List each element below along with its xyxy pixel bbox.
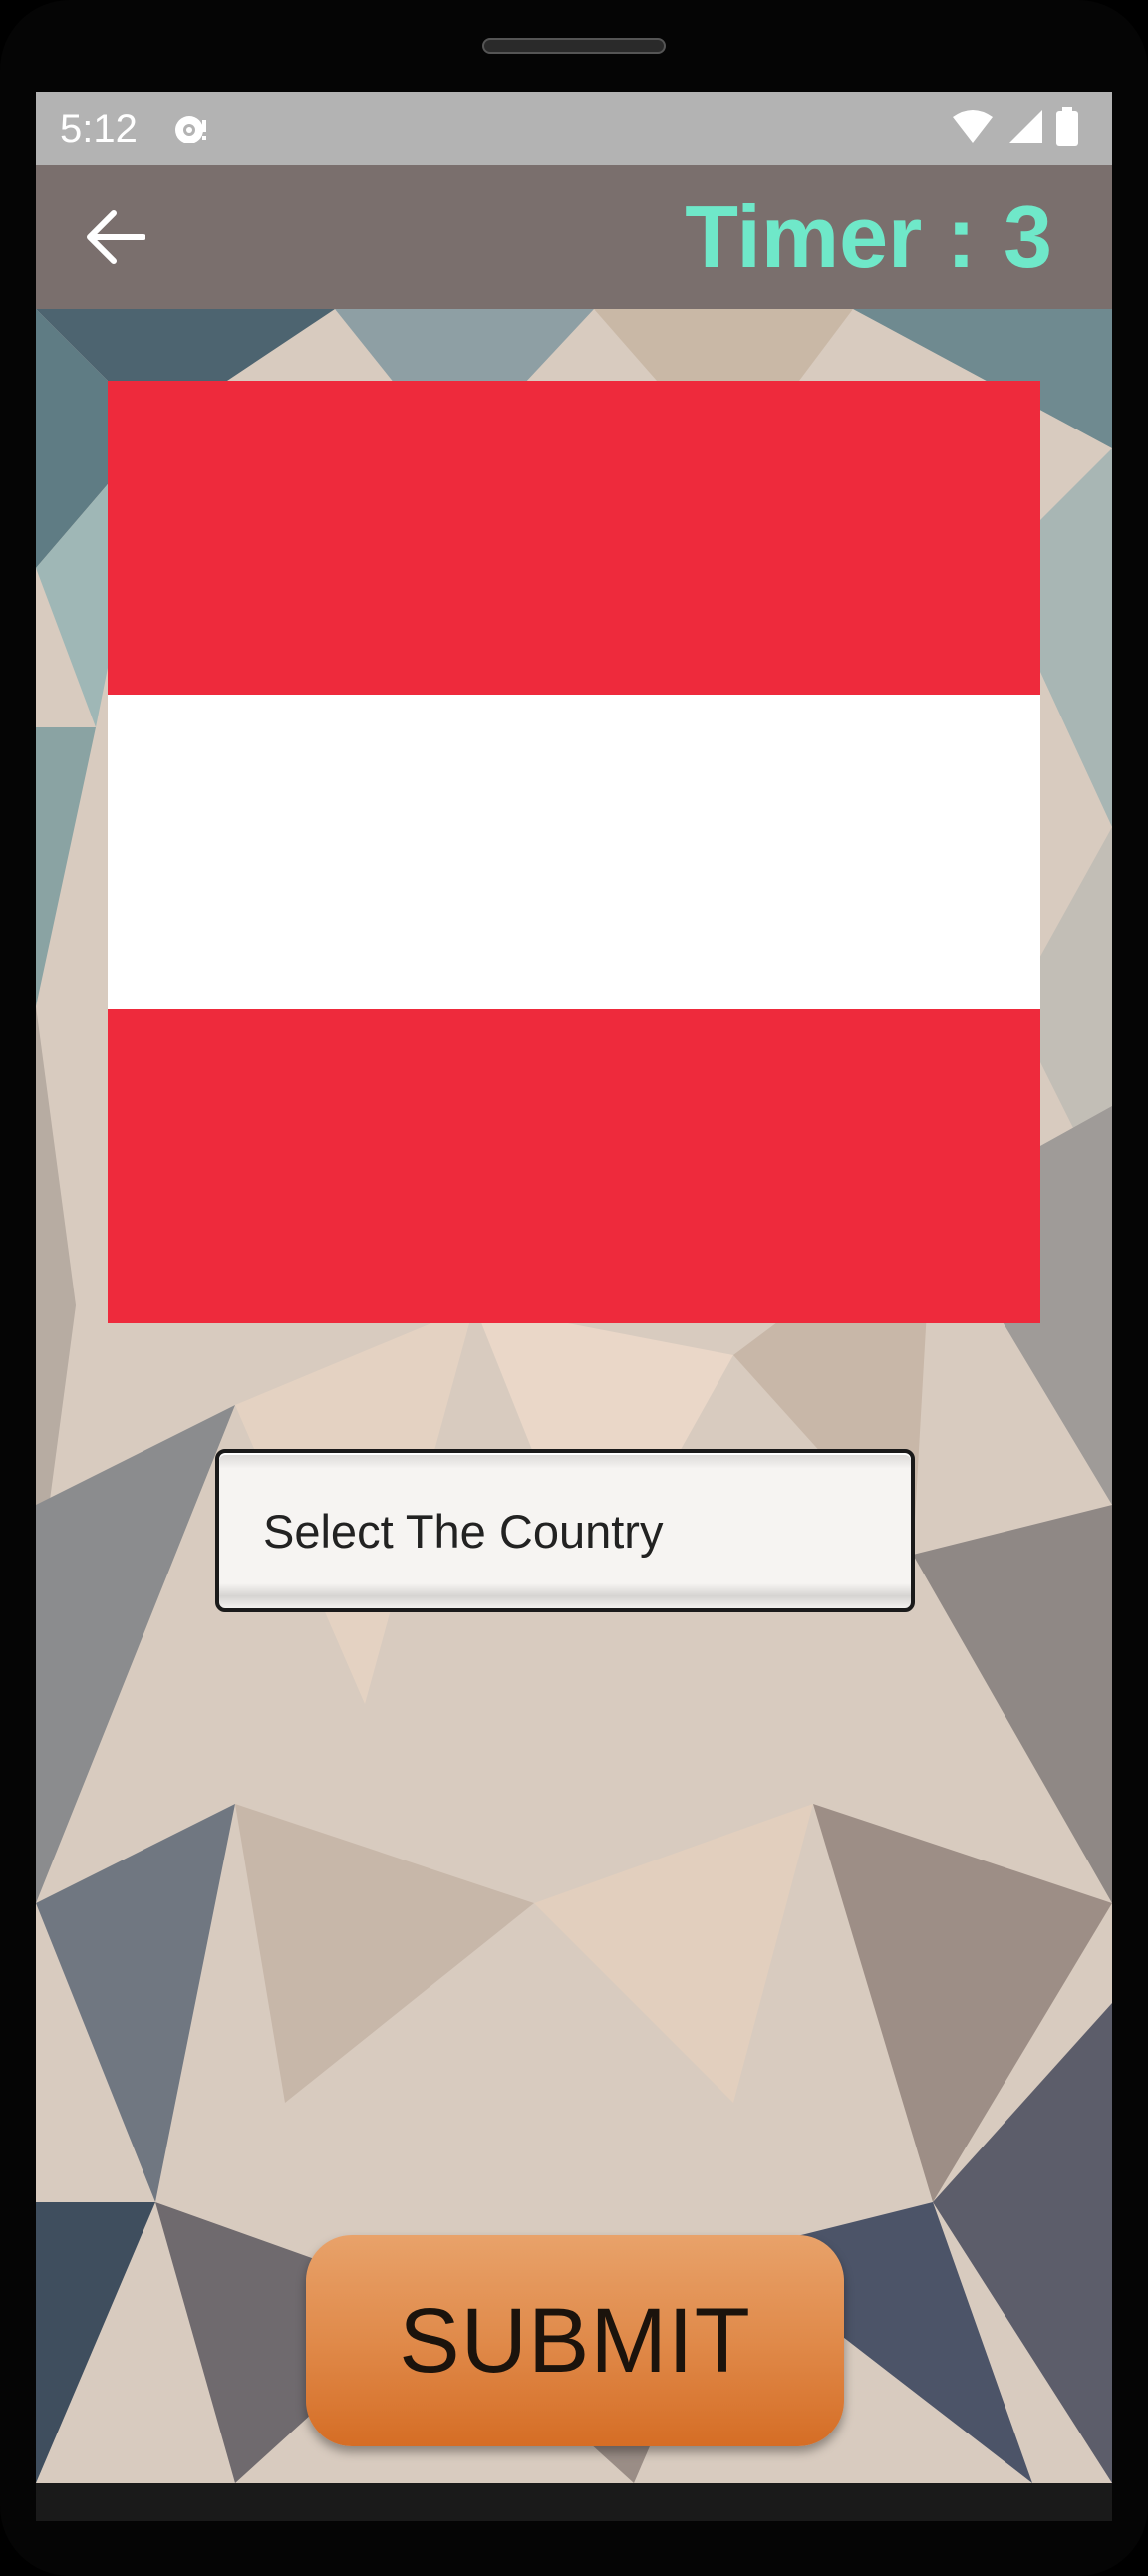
app-screen: 5:12 Timer: 3 Select The Country SUBMIT bbox=[36, 92, 1112, 2483]
country-select[interactable]: Select The Country bbox=[215, 1449, 915, 1612]
flag-stripe-middle bbox=[108, 695, 1040, 1009]
notification-icon bbox=[173, 110, 211, 147]
timer-label: Timer : bbox=[685, 187, 977, 286]
submit-button[interactable]: SUBMIT bbox=[306, 2235, 844, 2446]
app-bar: Timer : 3 bbox=[36, 165, 1112, 309]
timer-value: 3 bbox=[1004, 187, 1052, 286]
country-select-value: Select The Country bbox=[263, 1504, 664, 1558]
back-button[interactable] bbox=[76, 201, 155, 273]
status-icons bbox=[951, 106, 1078, 151]
signal-icon bbox=[1006, 108, 1044, 150]
timer-display: Timer : 3 bbox=[685, 187, 1052, 287]
flag-stripe-top bbox=[108, 381, 1040, 696]
status-bar: 5:12 bbox=[36, 92, 1112, 165]
flag-image bbox=[108, 381, 1040, 1323]
phone-frame: 5:12 Timer: 3 Select The Country SUBMIT bbox=[0, 0, 1148, 2576]
status-time: 5:12 bbox=[60, 107, 138, 150]
wifi-icon bbox=[951, 109, 995, 149]
bottom-bezel bbox=[36, 2483, 1112, 2521]
flag-stripe-bottom bbox=[108, 1008, 1040, 1323]
submit-label: SUBMIT bbox=[399, 2289, 751, 2392]
arrow-left-icon bbox=[87, 210, 145, 264]
battery-icon bbox=[1056, 106, 1078, 151]
earpiece-speaker bbox=[482, 38, 666, 54]
